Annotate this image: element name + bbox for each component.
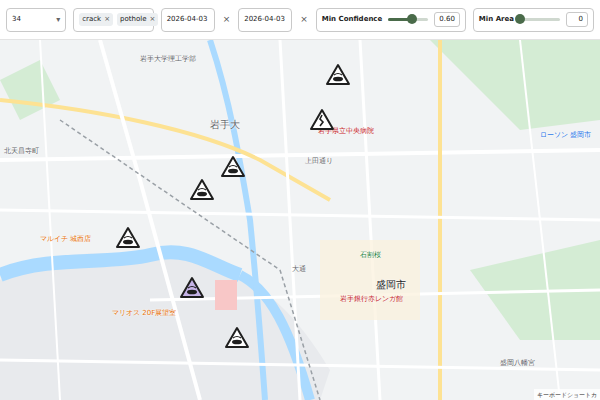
slider-track[interactable]: [388, 18, 428, 21]
clear-date-button[interactable]: ×: [299, 13, 309, 27]
slider-thumb[interactable]: [515, 14, 525, 24]
clear-date-button[interactable]: ×: [222, 13, 232, 27]
map-label: マリオス 20F展望室: [112, 310, 176, 317]
type-multiselect[interactable]: crack×pothole×▾: [73, 8, 153, 32]
slider-label: Min Area: [479, 14, 514, 25]
slider-label: Min Confidence: [322, 14, 383, 25]
pothole-marker-icon[interactable]: [189, 178, 215, 202]
map-label: 盛岡市: [376, 280, 406, 290]
pothole-marker-icon[interactable]: [325, 63, 351, 87]
map-label: 岩手大学理工学部: [140, 56, 196, 63]
pothole-marker-icon[interactable]: [115, 226, 141, 250]
map[interactable]: 岩手大学理工学部岩手大岩手県立中央病院上田通り北天昌寺町マルイチ 城西店マリオス…: [0, 40, 600, 400]
chip-label: crack: [82, 14, 101, 25]
map-attribution[interactable]: キーボードショートカ: [534, 389, 600, 400]
map-label: 大通: [292, 266, 306, 273]
date-value[interactable]: 2026-04-03: [244, 14, 285, 25]
pothole-marker-icon[interactable]: [224, 326, 250, 350]
slider-reading[interactable]: 0.60: [434, 12, 460, 27]
slider-group: Min Area 0: [473, 8, 594, 32]
slider-thumb[interactable]: [407, 14, 417, 24]
filter-toolbar: 34▾crack×pothole×▾2026-04-03×2026-04-03×…: [0, 0, 600, 40]
date-field[interactable]: 2026-04-03: [238, 8, 292, 32]
map-label: 岩手銀行赤レンガ館: [340, 296, 403, 303]
map-label: 盛岡八幡宮: [500, 360, 535, 367]
map-label: 石割桜: [360, 252, 381, 259]
map-label: 上田通り: [305, 158, 333, 165]
map-label: 岩手大: [210, 120, 240, 130]
map-label: マルイチ 城西店: [40, 236, 91, 243]
select-value: 34: [12, 14, 21, 25]
date-field[interactable]: 2026-04-03: [161, 8, 215, 32]
chip-remove-button[interactable]: ×: [149, 14, 155, 25]
crack-marker-icon[interactable]: [309, 108, 335, 132]
type-chip: pothole×: [117, 13, 158, 26]
pothole-marker-icon[interactable]: [179, 276, 205, 300]
id-select[interactable]: 34 ▾: [6, 8, 66, 32]
type-chip: crack×: [79, 13, 113, 26]
map-label: ローソン 盛岡市: [540, 132, 591, 139]
slider-reading[interactable]: 0: [566, 12, 588, 27]
slider-group: Min Confidence 0.60: [316, 8, 466, 32]
date-value[interactable]: 2026-04-03: [167, 14, 208, 25]
chip-remove-button[interactable]: ×: [104, 14, 110, 25]
map-label: 北天昌寺町: [4, 148, 39, 155]
chip-label: pothole: [120, 14, 146, 25]
pothole-marker-icon[interactable]: [220, 155, 246, 179]
caret-icon[interactable]: ▾: [56, 14, 60, 26]
map-background: [0, 40, 600, 400]
slider-track[interactable]: [520, 18, 560, 21]
